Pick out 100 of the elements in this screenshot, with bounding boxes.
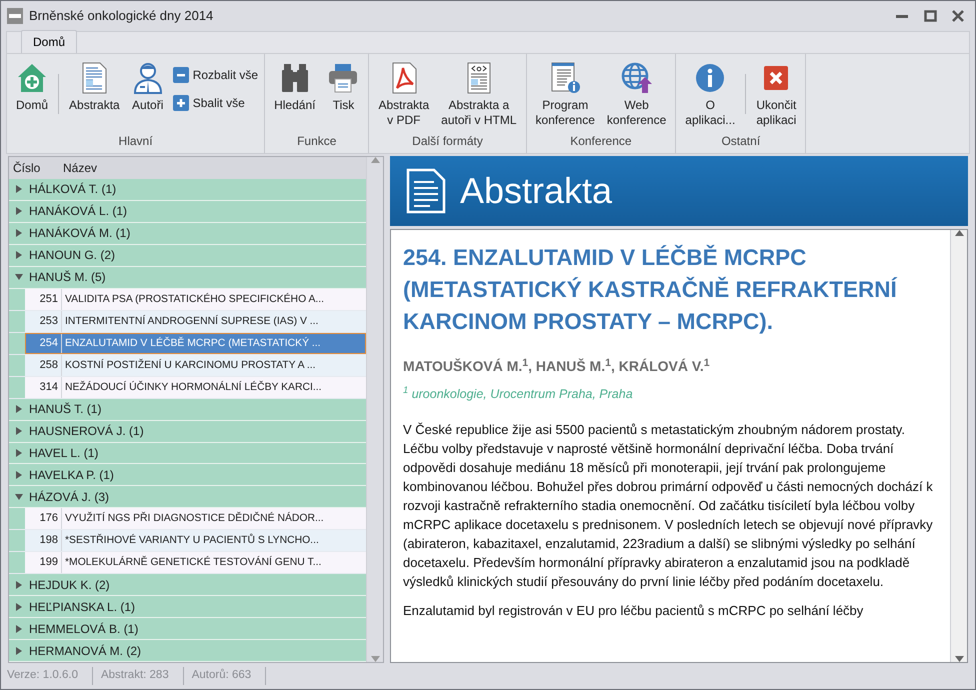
document-icon [406, 168, 446, 214]
tree-row[interactable]: HANÁKOVÁ L. (1) [9, 200, 366, 223]
author-name: HANÁKOVÁ M. (1) [29, 225, 130, 242]
ribbon-tab[interactable]: Domů [21, 30, 78, 53]
abstract-title: *MOLEKULÁRNĚ GENETICKÉ TESTOVÁNÍ GENU T... [64, 554, 322, 570]
ribbon-button[interactable]: Hledání [269, 60, 320, 115]
printer-icon [327, 62, 360, 94]
tree-row[interactable]: HEJDUK K. (2) [9, 574, 366, 596]
tree-row[interactable]: HANÁKOVÁ M. (1) [9, 222, 366, 245]
minimize-icon [896, 14, 908, 18]
ribbon-button[interactable]: O aplikaci... [680, 60, 740, 130]
abstract-number: 199 [25, 552, 62, 574]
ribbon-button[interactable]: Ukončit aplikaci [751, 60, 802, 130]
author-name: HAVEL L. (1) [29, 444, 98, 462]
group-label: Ostatní [720, 133, 762, 150]
abstract-row[interactable]: 254 ENZALUTAMID V LÉČBĚ MCRPC (METASTATICKÝ ... [25, 332, 366, 354]
ribbon-button[interactable]: Program konference [530, 60, 600, 130]
author-name: HAUSNEROVÁ J. (1) [29, 423, 144, 440]
person-icon [132, 62, 164, 94]
abstract-number: 258 [25, 354, 62, 376]
author-name: HANOUN G. (2) [29, 247, 116, 264]
status-text: Abstrakt: 283 [100, 667, 184, 685]
author-name: HEĽPIANSKA L. (1) [29, 598, 136, 616]
ribbon-button[interactable]: Sbalit vše [170, 94, 260, 112]
abstract-title: *SESTŘIHOVÉ VARIANTY U PACIENTŮ S LYNCHO... [64, 532, 319, 548]
window-title: Brněnské onkologické dny 2014 [29, 7, 214, 26]
abstract-number: 198 [25, 530, 62, 552]
status-text: Autorů: 663 [192, 667, 266, 685]
author-name: HANÁKOVÁ L. (1) [29, 203, 128, 220]
ribbon-button[interactable]: Abstrakta [64, 60, 125, 115]
author-name: HÁZOVÁ J. (3) [29, 488, 110, 506]
tree-row[interactable]: HANOUN G. (2) [9, 244, 366, 267]
author-name: HÁLKOVÁ T. (1) [29, 181, 116, 198]
author-name: HANUŠ M. (5) [29, 269, 106, 286]
abstract-number: 251 [25, 288, 62, 310]
author-name: HEJDUK K. (2) [29, 576, 110, 594]
tree-row[interactable]: HEMMELOVÁ B. (1) [9, 618, 366, 640]
abstract-row[interactable]: 258 KOSTNÍ POSTIŽENÍ U KARCINOMU PROSTATY A ... [25, 354, 366, 376]
abstract-title: INTERMITENTNÍ ANDROGENNÍ SUPRESE (IAS) V ... [64, 314, 318, 329]
scrollbar[interactable] [366, 157, 383, 662]
abstract-number: 254 [25, 332, 62, 354]
ribbon-button[interactable]: Autoři [126, 60, 169, 115]
ribbon-button[interactable]: Web konference [602, 60, 672, 130]
paragraph: Enzalutamid byl registrován v EU pro léčbu pacientů s mCRPC po selhání léčby [403, 602, 864, 620]
abstract-heading: 254. ENZALUTAMID V LÉČBĚ MCRPC (METASTATICKÝ KASTRAČNĚ REFRAKTERNÍ KARCINOM PROSTATY – MCRPC). [403, 244, 898, 336]
tree-row[interactable]: HÁLKOVÁ T. (1) [9, 178, 366, 201]
scroll-up-icon [954, 230, 964, 236]
group-label: Další formáty [411, 133, 484, 150]
abstract-title: KOSTNÍ POSTIŽENÍ U KARCINOMU PROSTATY A ... [64, 358, 316, 373]
author-list: MATOUŠKOVÁ M.$^{1}$, HANUŠ M.$^{1}$, KRÁLOVÁ V.$^{1}$ [403, 356, 940, 377]
ribbon-button[interactable]: Abstrakta v PDF [373, 60, 434, 130]
abstract-title: VALIDITA PSA (PROSTATICKÉHO SPECIFICKÉHO A... [64, 292, 324, 307]
tree-row[interactable]: HAVELKA P. (1) [9, 464, 366, 486]
abstract-row[interactable]: 314 NEŽÁDOUCÍ ÚČINKY HORMONÁLNÍ LÉČBY KARCI... [25, 376, 366, 398]
banner-title: Abstrakta [460, 169, 612, 213]
author-name: HAVELKA P. (1) [29, 466, 114, 484]
scroll-down-icon [370, 656, 380, 662]
abstract-row[interactable]: 176 VYUŽITÍ NGS PŘI DIAGNOSTICE DĚDIČNÉ NÁDOR... [25, 508, 366, 530]
scroll-up-icon [370, 157, 380, 163]
abstract-number: 176 [25, 508, 62, 530]
author-name: HEMMELOVÁ B. (1) [29, 620, 138, 638]
abstract-title: ENZALUTAMID V LÉČBĚ MCRPC (METASTATICKÝ ... [64, 336, 321, 351]
abstract-row[interactable]: 199 *MOLEKULÁRNĚ GENETICKÉ TESTOVÁNÍ GENU T... [25, 552, 366, 574]
status-text: Verze: 1.0.6.0 [7, 667, 93, 685]
tree-row[interactable]: HANUŠ M. (5) [9, 266, 366, 289]
app-logo-icon [7, 8, 23, 24]
column-header[interactable]: Název [63, 158, 98, 177]
abstract-title: NEŽÁDOUCÍ ÚČINKY HORMONÁLNÍ LÉČBY KARCI... [64, 380, 322, 395]
ribbon-button[interactable]: Domů [11, 60, 54, 115]
tree-row[interactable]: HERMANOVÁ M. (2) [9, 640, 366, 662]
paragraph: V České republice žije asi 5500 pacientů s metastatickým zhoubným nádorem prostaty. Léčbu volby představuje v naprosté většině hormonální deprivační léčba. Doba trvání odpovědi dosahuje mediánu 18 měsíců při monoterapii, její trvání pak prolongujeme kombinovanou léčbou. Bohužel přes dobrou primární odpověď u části nemocných dochází k rozvoji kastračně refrakterního stadia onemocnění. Od začátku tisíciletí byla léčbou volby mCRPC aplikace docetaxelu s prednisonem. V posledních letech se objevují nové přípravky (abirateron, kabazitaxel, enzalutamid, 223radium a další) se slibnými výsledky po selhání docetaxelu. Především hormonální přípravky abirateron a enzalutamid jsou na podkladě výsledků klinických studií přesouvány do první linie léčby před podáním docetaxelu. [403, 420, 934, 591]
globe-upload-icon [620, 62, 653, 94]
document-info-icon [549, 62, 582, 94]
ribbon-button[interactable]: Rozbalit vše [170, 66, 260, 84]
tree-row[interactable]: HEĽPIANSKA L. (1) [9, 596, 366, 618]
abstract-row[interactable]: 251 VALIDITA PSA (PROSTATICKÉHO SPECIFICKÉHO A... [25, 288, 366, 310]
abstract-number: 253 [25, 310, 62, 332]
author-name: HANUŠ T. (1) [29, 401, 102, 418]
author-name: HERMANOVÁ M. (2) [29, 642, 142, 660]
tree-row[interactable]: HANUŠ T. (1) [9, 398, 366, 421]
scrollbar[interactable] [950, 230, 967, 662]
abstract-number: 314 [25, 376, 62, 398]
abstract-row[interactable]: 253 INTERMITENTNÍ ANDROGENNÍ SUPRESE (IAS) V ... [25, 310, 366, 332]
house-icon [16, 62, 48, 94]
plus-icon [172, 95, 189, 111]
info-icon [694, 62, 726, 94]
group-label: Hlavní [118, 133, 154, 150]
column-header[interactable]: Číslo [9, 158, 63, 177]
ribbon-button[interactable]: Abstrakta a autoři v HTML [436, 60, 522, 130]
maximize-icon [924, 10, 936, 22]
tree-row[interactable]: HAUSNEROVÁ J. (1) [9, 420, 366, 442]
group-label: Konference [569, 133, 633, 150]
abstract-row[interactable]: 198 *SESTŘIHOVÉ VARIANTY U PACIENTŮ S LYNCHO... [25, 530, 366, 552]
tree-row[interactable]: HÁZOVÁ J. (3) [9, 486, 366, 508]
tree-row[interactable]: HAVEL L. (1) [9, 442, 366, 464]
group-label: Funkce [296, 133, 338, 150]
minus-icon [172, 67, 189, 83]
close-icon [952, 10, 964, 22]
ribbon-button[interactable]: Tisk [322, 60, 364, 115]
affiliation: $^{1}$ uroonkologie, Urocentrum Praha, Praha [403, 385, 634, 403]
